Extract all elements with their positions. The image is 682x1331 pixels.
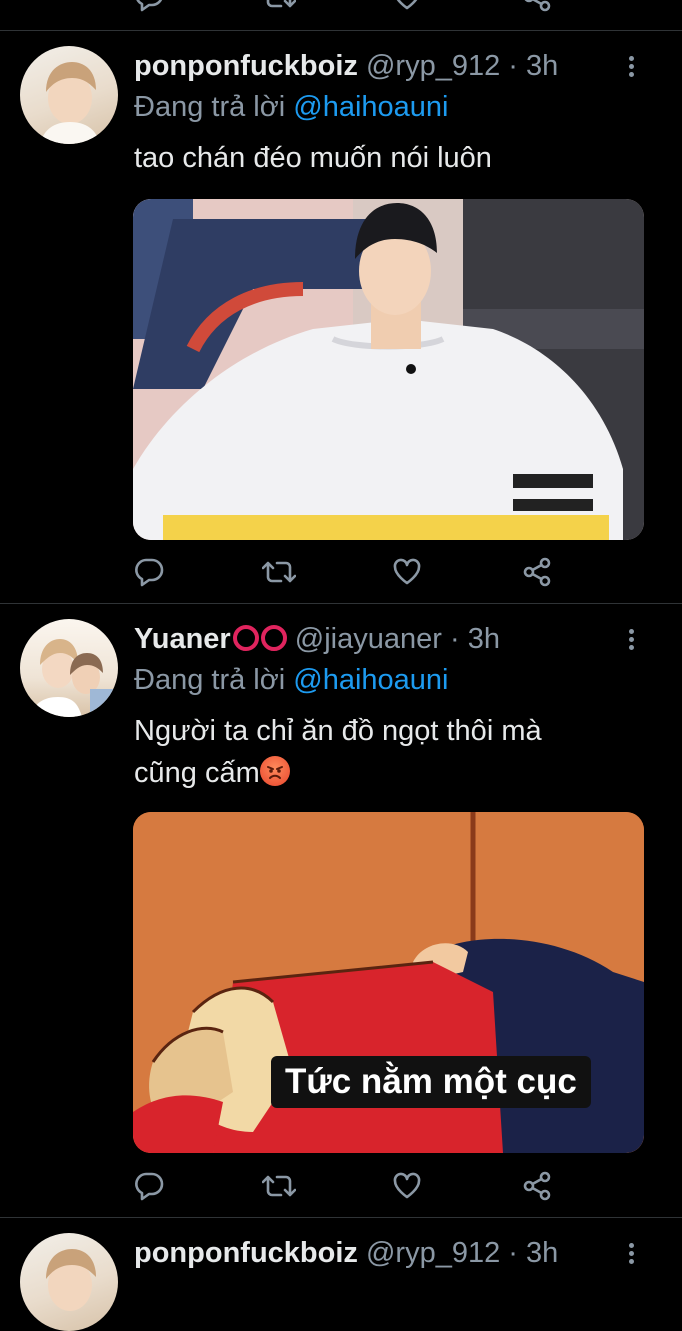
user-handle[interactable]: @jiayuaner [295, 623, 442, 655]
display-name[interactable]: ponponfuckboiz [134, 50, 358, 82]
separator-dot: · [508, 1237, 518, 1269]
retweet-icon[interactable] [262, 557, 296, 587]
tweet-text-line: cũng cấm [134, 752, 542, 794]
reply-icon[interactable] [134, 1171, 164, 1201]
more-icon[interactable] [624, 1240, 638, 1270]
avatar-image [40, 62, 100, 144]
reply-prefix: Đang trả lời [134, 664, 286, 696]
media-photo [133, 199, 644, 540]
separator-dot: · [449, 623, 460, 655]
avatar[interactable] [20, 619, 118, 717]
timestamp[interactable]: 3h [468, 623, 500, 655]
reply-context: Đang trả lời @haihoauni [134, 662, 449, 698]
tweet-header: ponponfuckboiz @ryp_912 · 3h [134, 48, 558, 84]
reply-icon[interactable] [134, 557, 164, 587]
avatar-image [46, 1249, 96, 1311]
reply-icon[interactable] [134, 0, 164, 12]
user-handle[interactable]: @ryp_912 [366, 50, 500, 82]
retweet-icon[interactable] [262, 0, 296, 12]
user-handle[interactable]: @ryp_912 [366, 1237, 500, 1269]
divider [0, 30, 682, 31]
reply-context: Đang trả lời @haihoauni [134, 89, 449, 125]
like-icon[interactable] [392, 0, 422, 12]
tweet-media-image[interactable]: Tức nằm một cục [133, 812, 644, 1153]
display-name[interactable]: ponponfuckboiz [134, 1237, 358, 1269]
more-icon[interactable] [624, 53, 638, 83]
tweet-text-fragment: cũng cấm [134, 757, 260, 789]
tweet-text: Người ta chỉ ăn đồ ngọt thôi mà cũng cấm [134, 710, 542, 794]
tweet-media-image[interactable] [133, 199, 644, 540]
divider [0, 603, 682, 604]
share-icon[interactable] [522, 1171, 552, 1201]
reply-prefix: Đang trả lời [134, 91, 286, 123]
tweet-header: ponponfuckboiz @ryp_912 · 3h [134, 1235, 558, 1271]
tweet-header: Yuaner @jiayuaner · 3h [134, 621, 500, 657]
reply-mention-link[interactable]: @haihoauni [293, 664, 448, 696]
avatar[interactable] [20, 1233, 118, 1331]
tweet-text-line: Người ta chỉ ăn đồ ngọt thôi mà [134, 715, 542, 747]
display-name[interactable]: Yuaner [134, 623, 231, 655]
more-icon[interactable] [624, 626, 638, 656]
red-circle-emoji-icon [260, 625, 287, 651]
angry-face-emoji-icon [259, 756, 290, 786]
media-caption: Tức nằm một cục [271, 1056, 591, 1108]
retweet-icon[interactable] [262, 1171, 296, 1201]
like-icon[interactable] [392, 1171, 422, 1201]
separator-dot: · [508, 50, 518, 82]
avatar-image [30, 639, 118, 717]
red-circle-emoji-icon [232, 625, 259, 651]
share-icon[interactable] [522, 0, 552, 12]
timestamp[interactable]: 3h [526, 50, 558, 82]
reply-mention-link[interactable]: @haihoauni [293, 91, 448, 123]
tweet-text: tao chán đéo muốn nói luôn [134, 142, 492, 174]
like-icon[interactable] [392, 557, 422, 587]
share-icon[interactable] [522, 557, 552, 587]
divider [0, 1217, 682, 1218]
avatar[interactable] [20, 46, 118, 144]
timestamp[interactable]: 3h [526, 1237, 558, 1269]
